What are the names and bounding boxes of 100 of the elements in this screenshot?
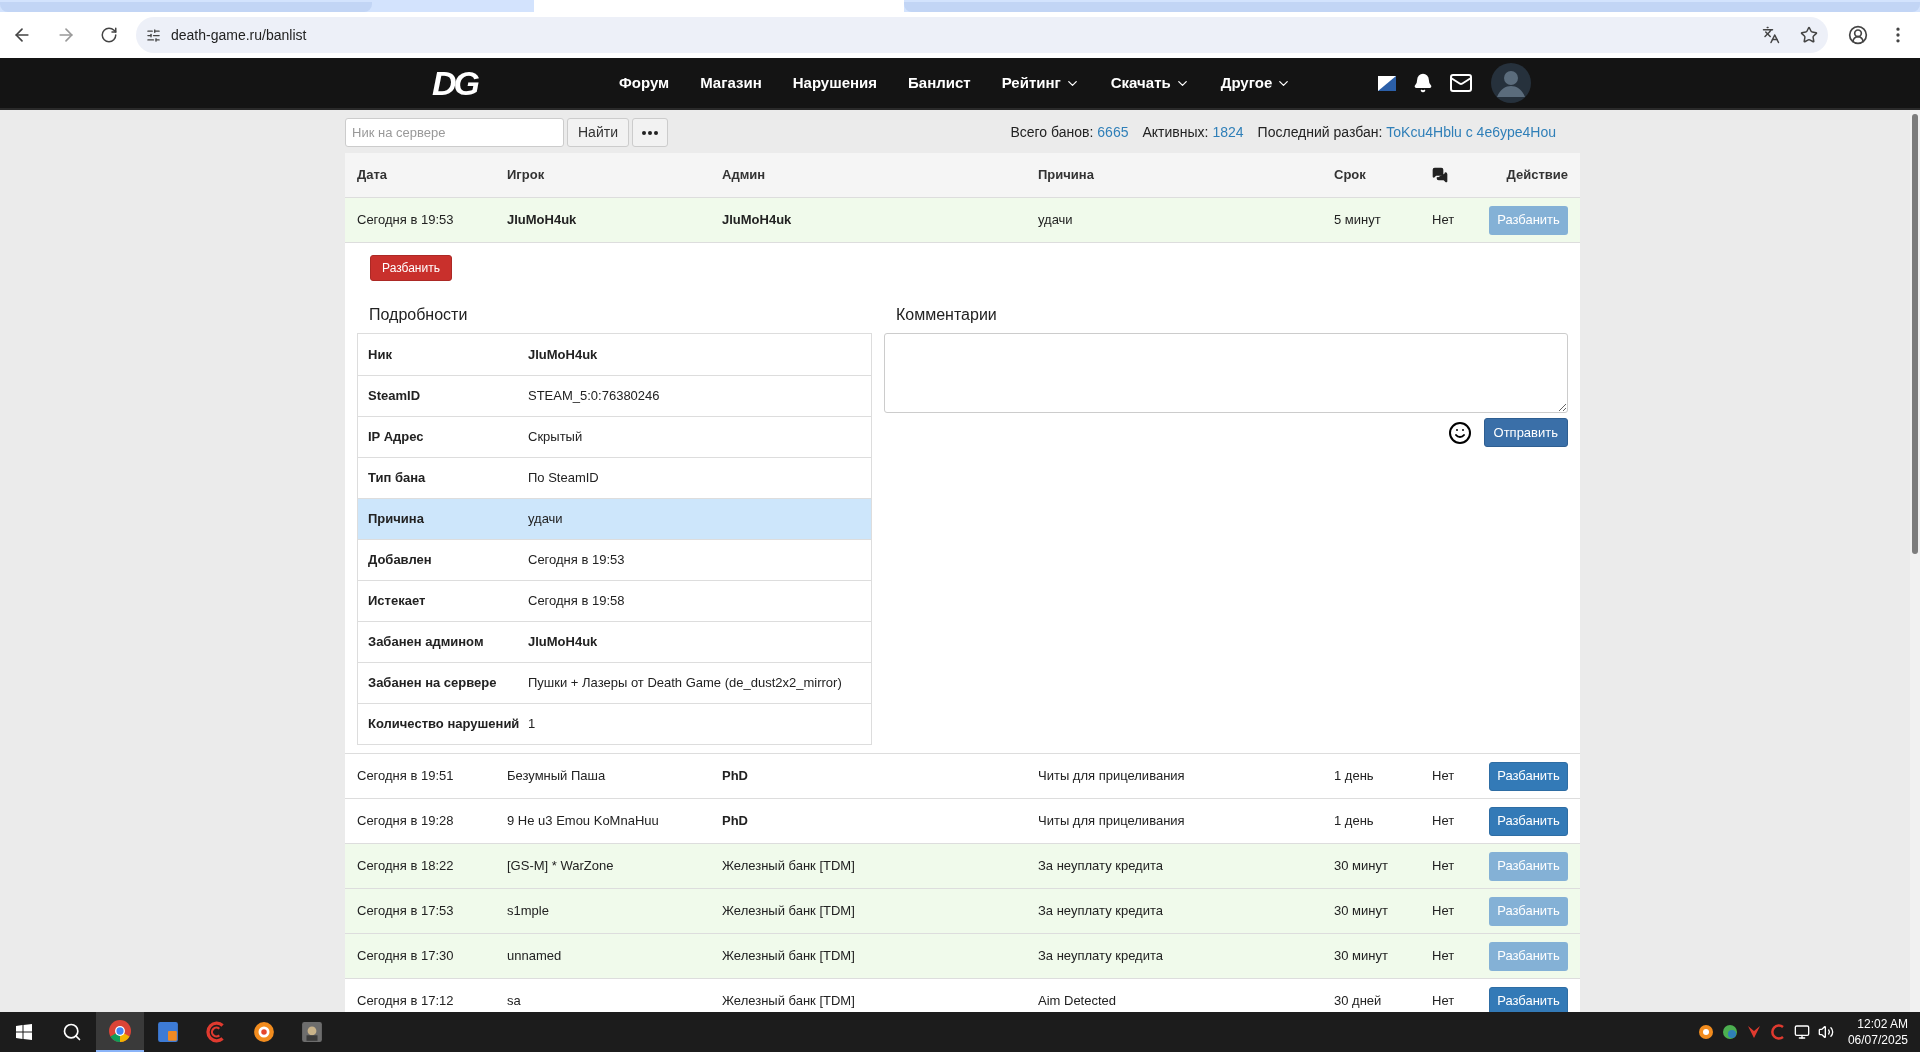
date-cell-text: Сегодня в 19:53	[357, 211, 455, 230]
nav-link[interactable]: Банлист	[908, 71, 971, 95]
column-header: Действие	[1506, 166, 1568, 185]
unban-button[interactable]: Разбанить	[370, 255, 452, 281]
details-value: JluMoH4uk	[528, 345, 598, 364]
term-cell-text: 5 минут	[1334, 211, 1382, 230]
reload-icon[interactable]	[100, 26, 118, 44]
details-value: По SteamID	[528, 469, 599, 488]
tray-app-icon[interactable]	[1721, 1024, 1738, 1040]
details-title: Подробности	[368, 305, 469, 325]
nav-link[interactable]: Нарушения	[792, 71, 878, 95]
table-row[interactable]: Сегодня в 17:53 s1mple Железный банк [TDM] За неуплату кредита 30 минут Нет Разбанить	[345, 888, 1580, 933]
admin-cell-text: JluMoH4uk	[722, 211, 793, 230]
details-label: SteamID	[367, 387, 422, 406]
column-header: Срок	[1334, 166, 1367, 185]
stat-label: Последний разбан:	[1257, 123, 1383, 142]
unban-button[interactable]: Разбанить	[1489, 761, 1568, 791]
admin-cell-text: PhD	[722, 767, 749, 786]
find-button[interactable]: Найти	[567, 118, 629, 147]
details-label: Причина	[367, 510, 425, 529]
more-button[interactable]	[631, 118, 668, 147]
player-cell-text: sa	[507, 992, 522, 1011]
nav-link[interactable]: Рейтинг	[1001, 71, 1080, 95]
send-button[interactable]: Отправить	[1483, 418, 1568, 447]
mail-icon[interactable]	[1449, 71, 1474, 95]
term-cell-text: 1 день	[1334, 812, 1375, 831]
reason-cell-text: За неуплату кредита	[1038, 902, 1164, 921]
profile-icon[interactable]	[1848, 25, 1868, 45]
comments-cell-text: Нет	[1432, 812, 1456, 831]
nav-link[interactable]: Магазин	[700, 71, 762, 95]
reason-cell-text: Читы для прицеливания	[1038, 767, 1186, 786]
details-label: Ник	[367, 345, 393, 364]
reason-cell-text: Aim Detected	[1038, 992, 1118, 1011]
details-value: удачи	[528, 510, 563, 529]
table-row[interactable]: Сегодня в 18:22 [GS-M] * WarZone Железный банк [TDM] За неуплату кредита 30 минут Нет Разбанить	[345, 843, 1580, 888]
stat-link[interactable]: 6665	[1097, 122, 1129, 143]
avatar[interactable]	[1491, 63, 1532, 103]
unban-button[interactable]: Разбанить	[1489, 806, 1568, 836]
comments-cell-text: Нет	[1432, 992, 1456, 1011]
comment-field[interactable]	[884, 333, 1568, 413]
comments-icon	[1432, 167, 1448, 183]
tray-app-icon[interactable]	[1697, 1024, 1714, 1040]
details-value: Скрытый	[528, 428, 583, 447]
details-label: Забанен админом	[367, 633, 485, 652]
table-row[interactable]: Сегодня в 17:30 unnamed Железный банк [TDM] За неуплату кредита 30 минут Нет Разбанить	[345, 933, 1580, 978]
term-cell-text: 30 минут	[1334, 857, 1389, 876]
reason-cell-text: Читы для прицеливания	[1038, 812, 1186, 831]
comments-cell-text: Нет	[1432, 211, 1456, 230]
browser-icon[interactable]	[96, 1012, 144, 1052]
details-label: Количество нарушений	[367, 715, 521, 734]
bell-icon[interactable]	[1413, 73, 1434, 93]
date-cell-text: Сегодня в 19:28	[357, 812, 455, 831]
nav-link[interactable]: Форум	[619, 71, 670, 95]
reason-cell-text: удачи	[1038, 211, 1074, 230]
date-cell-text: Сегодня в 17:53	[357, 902, 455, 921]
admin-cell-text: Железный банк [TDM]	[722, 992, 856, 1011]
details-label: IP Адрес	[367, 428, 425, 447]
table-row[interactable]: Сегодня в 19:53 JluMoH4uk JluMoH4uk удачи 5 минут Нет Разбанить	[345, 197, 1580, 242]
date-cell-text: Сегодня в 17:30	[357, 947, 455, 966]
comments-cell-text: Нет	[1432, 767, 1456, 786]
unban-button[interactable]: Разбанить	[1489, 986, 1568, 1012]
comments-cell-text: Нет	[1432, 857, 1456, 876]
date-cell-text: Сегодня в 17:12	[357, 992, 455, 1011]
stat-link[interactable]: 1824	[1212, 122, 1244, 143]
site-logo[interactable]: DG	[432, 66, 477, 100]
translate-icon[interactable]	[1762, 26, 1780, 44]
admin-cell-text: Железный банк [TDM]	[722, 857, 856, 876]
details-value: Сегодня в 19:58	[528, 592, 625, 611]
nav-link[interactable]: Другое	[1220, 71, 1292, 95]
bookmark-star-icon[interactable]	[1800, 26, 1818, 44]
clock-time[interactable]: 12:02 AM	[1857, 1016, 1908, 1032]
clock-date[interactable]: 06/07/2025	[1847, 1032, 1908, 1048]
column-header: Дата	[357, 166, 389, 185]
term-cell-text: 30 дней	[1334, 992, 1383, 1011]
details-value: Пушки + Лазеры от Death Game (de_dust2x2_mirror)	[528, 674, 842, 693]
column-header: Причина	[1038, 166, 1095, 185]
flag-icon[interactable]	[1377, 73, 1398, 93]
url-text: death-game.ru/banlist	[171, 25, 307, 45]
nav-link[interactable]: Скачать	[1110, 71, 1190, 95]
column-header: Игрок	[507, 166, 546, 185]
admin-cell-text: PhD	[722, 812, 749, 831]
column-header: Админ	[722, 166, 767, 185]
address-bar[interactable]: death-game.ru/banlist	[136, 17, 1828, 53]
search-field[interactable]: Ник на сервере	[345, 118, 564, 147]
stat-link[interactable]: ToKcu4Hblu c 4e6ype4Hou	[1386, 122, 1556, 143]
site-settings-icon[interactable]	[146, 27, 161, 43]
player-cell-text: Безумный Паша	[507, 767, 607, 786]
player-cell-text: JluMoH4uk	[507, 211, 578, 230]
scrollbar-thumb[interactable]	[1912, 114, 1918, 554]
network-icon[interactable]	[1793, 1024, 1810, 1040]
term-cell-text: 1 день	[1334, 767, 1375, 786]
date-cell-text: Сегодня в 19:51	[357, 767, 455, 786]
details-label: Тип бана	[367, 469, 427, 488]
term-cell-text: 30 минут	[1334, 902, 1389, 921]
volume-icon[interactable]	[1817, 1024, 1834, 1040]
date-cell-text: Сегодня в 18:22	[357, 857, 455, 876]
stat-label: Всего банов:	[1010, 123, 1094, 142]
table-row[interactable]: Сегодня в 17:12 sa Железный банк [TDM] Aim Detected 30 дней Нет Разбанить	[345, 978, 1580, 1012]
player-cell-text: s1mple	[507, 902, 550, 921]
smiley-icon[interactable]	[1447, 420, 1472, 445]
